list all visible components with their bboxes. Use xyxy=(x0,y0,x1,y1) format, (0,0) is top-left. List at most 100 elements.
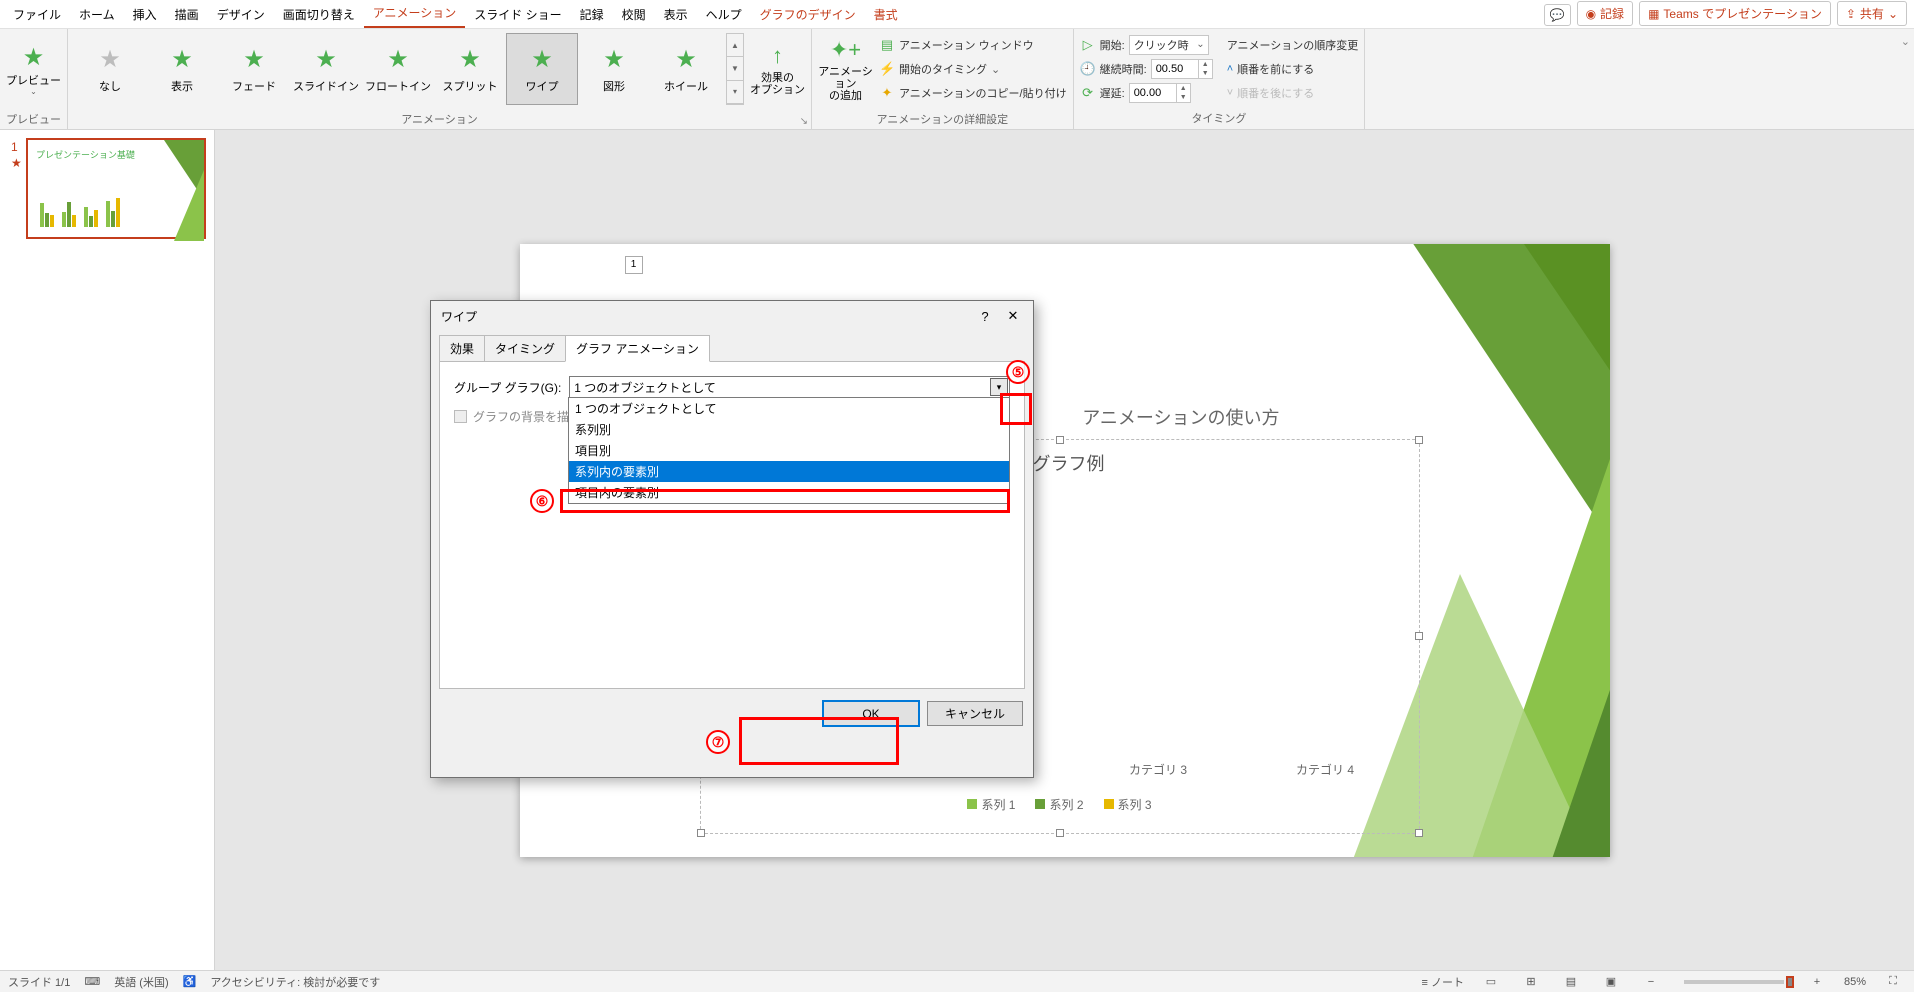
notes-button[interactable]: ≡ ノート xyxy=(1421,974,1463,990)
dialog-help-button[interactable]: ? xyxy=(971,305,999,327)
dropdown-option[interactable]: 系列内の要素別 xyxy=(569,461,1009,482)
slide-thumbnail-1[interactable]: 1 ★ プレゼンテーション基礎 xyxy=(26,138,206,239)
dialog-tab-effect[interactable]: 効果 xyxy=(439,335,485,362)
dropdown-option[interactable]: 項目内の要素別 xyxy=(569,482,1009,503)
gallery-down-icon[interactable]: ▼ xyxy=(727,57,743,80)
start-trigger-combo[interactable]: クリック時 xyxy=(1129,35,1209,55)
add-animation-button[interactable]: ✦+ アニメーション の追加 xyxy=(818,33,873,105)
accessibility-icon[interactable]: ♿ xyxy=(183,975,197,988)
ok-button[interactable]: OK xyxy=(823,701,919,726)
gallery-more-icon[interactable]: ▾ xyxy=(727,81,743,104)
group-chart-dropdown-list: 1 つのオブジェクトとして系列別項目別系列内の要素別項目内の要素別 xyxy=(568,397,1010,504)
tab-record[interactable]: 記録 xyxy=(571,1,613,28)
group-chart-combo[interactable]: 1 つのオブジェクトとして ▾ xyxy=(569,376,1010,398)
clock-icon: 🕘 xyxy=(1080,61,1096,77)
chart-category-label: カテゴリ 4 xyxy=(1296,761,1354,778)
reading-view-button[interactable]: ▤ xyxy=(1558,973,1584,991)
record-button[interactable]: ◉ 記録 xyxy=(1577,1,1634,26)
fit-to-window-button[interactable]: ⛶ xyxy=(1880,973,1906,991)
preview-icon: ★ xyxy=(23,43,45,72)
animation-なし[interactable]: ★なし xyxy=(74,33,146,105)
animation-スプリット[interactable]: ★スプリット xyxy=(434,33,506,105)
gallery-scroll[interactable]: ▲ ▼ ▾ xyxy=(726,33,744,105)
dropdown-option[interactable]: 系列別 xyxy=(569,419,1009,440)
animation-フェード[interactable]: ★フェード xyxy=(218,33,290,105)
cancel-button[interactable]: キャンセル xyxy=(927,701,1023,726)
tab-transitions[interactable]: 画面切り替え xyxy=(274,1,364,28)
tab-home[interactable]: ホーム xyxy=(70,1,124,28)
anim-label: フロートイン xyxy=(365,78,431,94)
tab-draw[interactable]: 描画 xyxy=(166,1,208,28)
effect-options-button[interactable]: ↑ 効果の オプション xyxy=(750,33,805,105)
tab-insert[interactable]: 挿入 xyxy=(124,1,166,28)
preview-label: プレビュー xyxy=(6,75,61,87)
accessibility-status[interactable]: アクセシビリティ: 検討が必要です xyxy=(210,974,380,990)
gallery-up-icon[interactable]: ▲ xyxy=(727,34,743,57)
tab-file[interactable]: ファイル xyxy=(4,1,70,28)
group-chart-label: グループ グラフ(G): xyxy=(454,379,561,396)
animation-pane-button[interactable]: ▤アニメーション ウィンドウ xyxy=(879,34,1067,56)
move-later-button: ˅ 順番を後にする xyxy=(1227,82,1359,104)
delay-input[interactable] xyxy=(1130,87,1176,99)
tab-slideshow[interactable]: スライド ショー xyxy=(465,1,570,28)
tab-animations[interactable]: アニメーション xyxy=(364,0,466,28)
animation-painter-label: アニメーションのコピー/貼り付け xyxy=(899,85,1067,101)
collapse-ribbon-icon[interactable]: ⌄ xyxy=(1901,35,1910,48)
present-in-teams-button[interactable]: ▦ Teams でプレゼンテーション xyxy=(1639,1,1831,26)
dropdown-option[interactable]: 項目別 xyxy=(569,440,1009,461)
slideshow-view-button[interactable]: ▣ xyxy=(1598,973,1624,991)
dialog-tab-timing[interactable]: タイミング xyxy=(484,335,566,362)
share-label: 共有 xyxy=(1860,5,1884,22)
ribbon: ⌄ ★ プレビュー ⌄ プレビュー ★なし★表示★フェード★スライドイン★フロー… xyxy=(0,29,1914,130)
zoom-in-button[interactable]: + xyxy=(1804,973,1830,991)
language-indicator[interactable]: 英語 (米国) xyxy=(114,974,168,990)
animation-painter-button[interactable]: ✦アニメーションのコピー/貼り付け xyxy=(879,82,1067,104)
ribbon-tabbar: ファイル ホーム 挿入 描画 デザイン 画面切り替え アニメーション スライド … xyxy=(0,0,1914,29)
slide-indicator[interactable]: スライド 1/1 xyxy=(8,974,70,990)
preview-button[interactable]: ★ プレビュー ⌄ xyxy=(6,33,61,105)
duration-input[interactable] xyxy=(1152,63,1198,75)
animation-ホイール[interactable]: ★ホイール xyxy=(650,33,722,105)
dialog-close-button[interactable]: ✕ xyxy=(999,305,1027,327)
tab-format[interactable]: 書式 xyxy=(865,1,907,28)
comments-button[interactable]: 💬 xyxy=(1544,4,1571,26)
zoom-out-button[interactable]: − xyxy=(1638,973,1664,991)
reorder-animation-label: アニメーションの順序変更 xyxy=(1227,34,1359,56)
normal-view-button[interactable]: ▭ xyxy=(1478,973,1504,991)
tab-help[interactable]: ヘルプ xyxy=(697,1,751,28)
notes-label: ノート xyxy=(1431,977,1464,989)
tab-design[interactable]: デザイン xyxy=(208,1,274,28)
move-earlier-button[interactable]: ˄ 順番を前にする xyxy=(1227,58,1359,80)
sorter-view-button[interactable]: ⊞ xyxy=(1518,973,1544,991)
zoom-slider[interactable] xyxy=(1684,980,1784,984)
tab-chart-design[interactable]: グラフのデザイン xyxy=(751,1,865,28)
tab-view[interactable]: 表示 xyxy=(655,1,697,28)
lang-icon[interactable]: ⌨ xyxy=(84,975,100,988)
dialog-tab-chart-animation[interactable]: グラフ アニメーション xyxy=(565,335,710,362)
spin-down-icon[interactable]: ▼ xyxy=(1198,69,1212,78)
trigger-button[interactable]: ⚡開始のタイミング ⌄ xyxy=(879,58,1067,80)
combo-dropdown-icon[interactable]: ▾ xyxy=(990,378,1008,396)
animation-gallery[interactable]: ★なし★表示★フェード★スライドイン★フロートイン★スプリット ★ ワイプ ★図形★ホ… xyxy=(74,33,722,105)
animation-図形[interactable]: ★図形 xyxy=(578,33,650,105)
spin-up-icon[interactable]: ▲ xyxy=(1176,84,1190,93)
animation-フロートイン[interactable]: ★フロートイン xyxy=(362,33,434,105)
animation-スライドイン[interactable]: ★スライドイン xyxy=(290,33,362,105)
trigger-label: 開始のタイミング xyxy=(899,61,987,77)
anim-label: ワイプ xyxy=(526,78,559,94)
spin-down-icon[interactable]: ▼ xyxy=(1176,93,1190,102)
animation-表示[interactable]: ★表示 xyxy=(146,33,218,105)
zoom-level[interactable]: 85% xyxy=(1844,976,1866,988)
tab-review[interactable]: 校閲 xyxy=(613,1,655,28)
animation-ワイプ[interactable]: ★ ワイプ xyxy=(506,33,578,105)
duration-spinner[interactable]: ▲▼ xyxy=(1151,59,1213,79)
star-icon: ★ xyxy=(531,45,553,74)
thumbnail-animation-indicator-icon: ★ xyxy=(11,156,22,170)
delay-spinner[interactable]: ▲▼ xyxy=(1129,83,1191,103)
animation-order-tag[interactable]: 1 xyxy=(625,256,643,274)
animation-dialog-launcher[interactable]: ↘ xyxy=(800,116,808,127)
chart-category-label: カテゴリ 3 xyxy=(1129,761,1187,778)
spin-up-icon[interactable]: ▲ xyxy=(1198,60,1212,69)
share-button[interactable]: ⇪ 共有 ⌄ xyxy=(1837,1,1907,26)
dropdown-option[interactable]: 1 つのオブジェクトとして xyxy=(569,398,1009,419)
